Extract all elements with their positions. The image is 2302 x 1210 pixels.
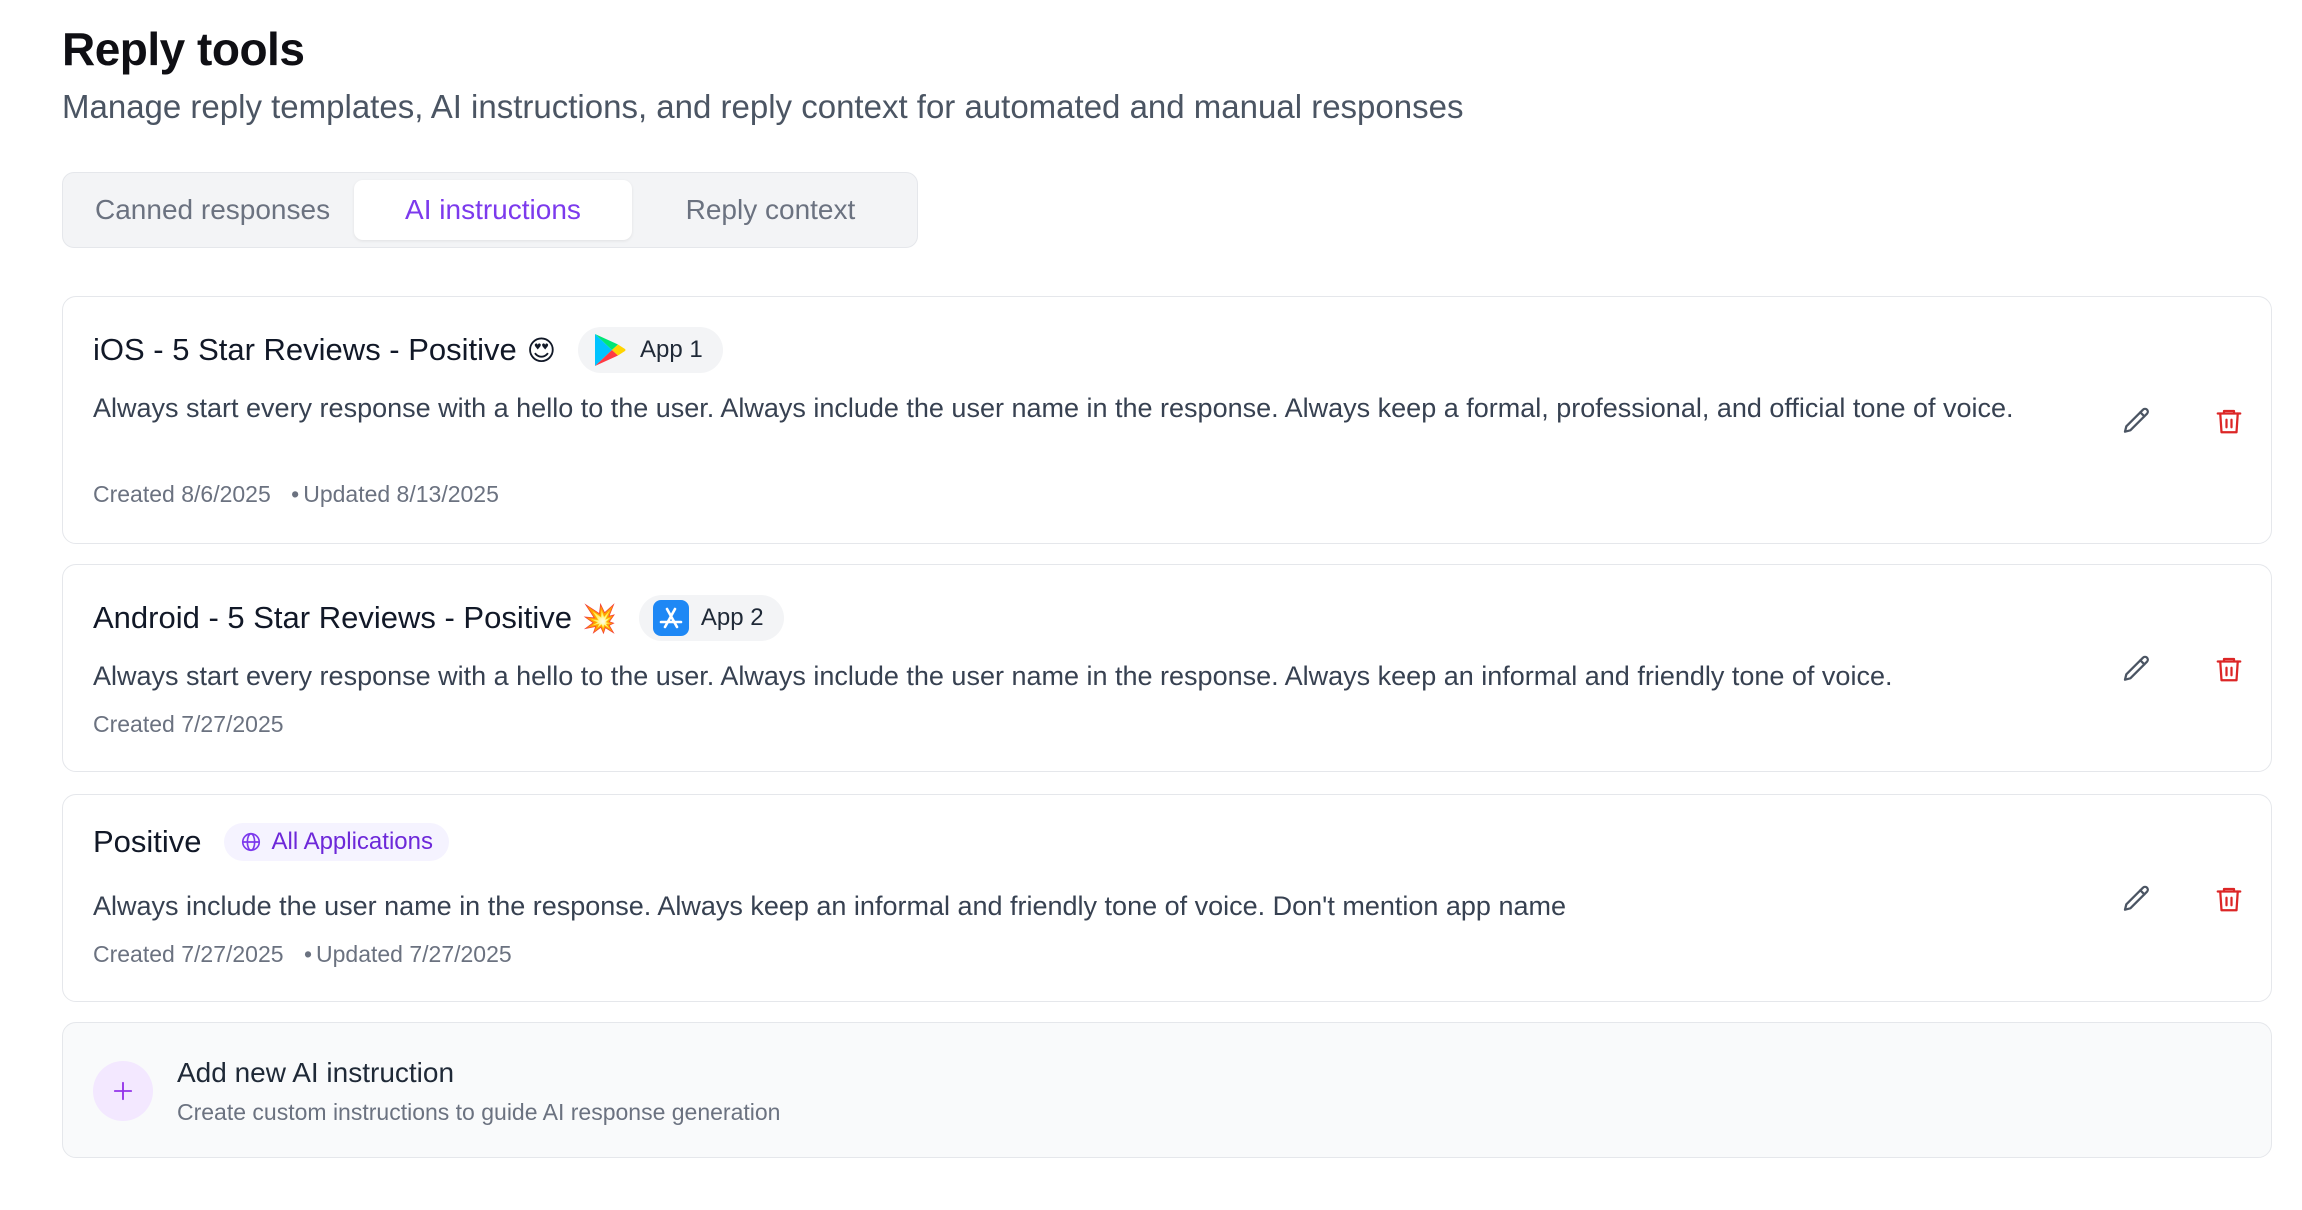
- instruction-dates: Created 8/6/2025 • Updated 8/13/2025: [93, 481, 499, 508]
- instruction-title: Android - 5 Star Reviews - Positive: [93, 600, 572, 635]
- app-badge: All Applications: [223, 823, 449, 861]
- trash-icon: [2216, 657, 2242, 682]
- instruction-description: Always start every response with a hello…: [93, 393, 2014, 423]
- updated-date: Updated 7/27/2025: [316, 941, 512, 967]
- meta-separator: •: [291, 481, 300, 507]
- delete-button[interactable]: [2203, 643, 2255, 695]
- edit-button[interactable]: [2111, 395, 2163, 447]
- instruction-dates: Created 7/27/2025: [93, 711, 284, 738]
- app-badge-label: App 2: [700, 604, 764, 631]
- instruction-title: Positive: [93, 824, 202, 859]
- plus-icon: [93, 1061, 153, 1121]
- instruction-card: Android - 5 Star Reviews - Positive 💥 Ap…: [62, 564, 2272, 772]
- delete-button[interactable]: [2203, 873, 2255, 925]
- instruction-emoji: 💥: [581, 602, 617, 634]
- add-instruction-subtitle: Create custom instructions to guide AI r…: [177, 1099, 781, 1125]
- instruction-emoji: 😍: [526, 334, 556, 366]
- instruction-card-header: Android - 5 Star Reviews - Positive 💥 Ap…: [93, 595, 784, 641]
- tab-canned-responses[interactable]: Canned responses: [71, 180, 354, 240]
- created-date: Created 7/27/2025: [93, 711, 284, 737]
- app-badge-label: All Applications: [271, 828, 433, 855]
- created-date: Created 7/27/2025: [93, 941, 284, 967]
- instruction-dates: Created 7/27/2025 • Updated 7/27/2025: [93, 941, 512, 968]
- pencil-icon: [2123, 885, 2149, 911]
- instruction-card-header: iOS - 5 Star Reviews - Positive 😍 App 1: [93, 327, 723, 373]
- globe-icon: [238, 829, 264, 855]
- pencil-icon: [2123, 407, 2149, 433]
- page-subtitle: Manage reply templates, AI instructions,…: [62, 88, 1464, 125]
- instruction-card: Positive All Applications Always include…: [62, 794, 2272, 1002]
- delete-button[interactable]: [2203, 395, 2255, 447]
- app-badge: App 1: [578, 327, 723, 373]
- instruction-card: iOS - 5 Star Reviews - Positive 😍 App 1 …: [62, 296, 2272, 544]
- edit-button[interactable]: [2111, 643, 2163, 695]
- tab-ai-instructions[interactable]: AI instructions: [354, 180, 632, 240]
- pencil-icon: [2123, 655, 2149, 681]
- add-ai-instruction-card[interactable]: Add new AI instruction Create custom ins…: [62, 1022, 2272, 1158]
- meta-separator: •: [303, 941, 312, 967]
- instruction-card-header: Positive All Applications: [93, 823, 449, 861]
- add-instruction-title: Add new AI instruction: [177, 1057, 455, 1088]
- trash-icon: [2216, 887, 2242, 912]
- app-badge-label: App 1: [640, 336, 703, 363]
- app-store-icon: [652, 600, 689, 636]
- instruction-description: Always include the user name in the resp…: [93, 891, 1566, 921]
- updated-date: Updated 8/13/2025: [303, 481, 499, 507]
- instruction-title: iOS - 5 Star Reviews - Positive: [93, 332, 517, 367]
- created-date: Created 8/6/2025: [93, 481, 271, 507]
- instruction-description: Always start every response with a hello…: [93, 661, 1893, 691]
- tab-reply-context[interactable]: Reply context: [632, 180, 909, 240]
- edit-button[interactable]: [2111, 873, 2163, 925]
- tab-bar: Canned responses AI instructions Reply c…: [62, 172, 918, 248]
- google-play-icon: [592, 332, 628, 368]
- app-badge: App 2: [638, 595, 784, 641]
- page-title: Reply tools: [62, 23, 305, 75]
- trash-icon: [2216, 409, 2242, 434]
